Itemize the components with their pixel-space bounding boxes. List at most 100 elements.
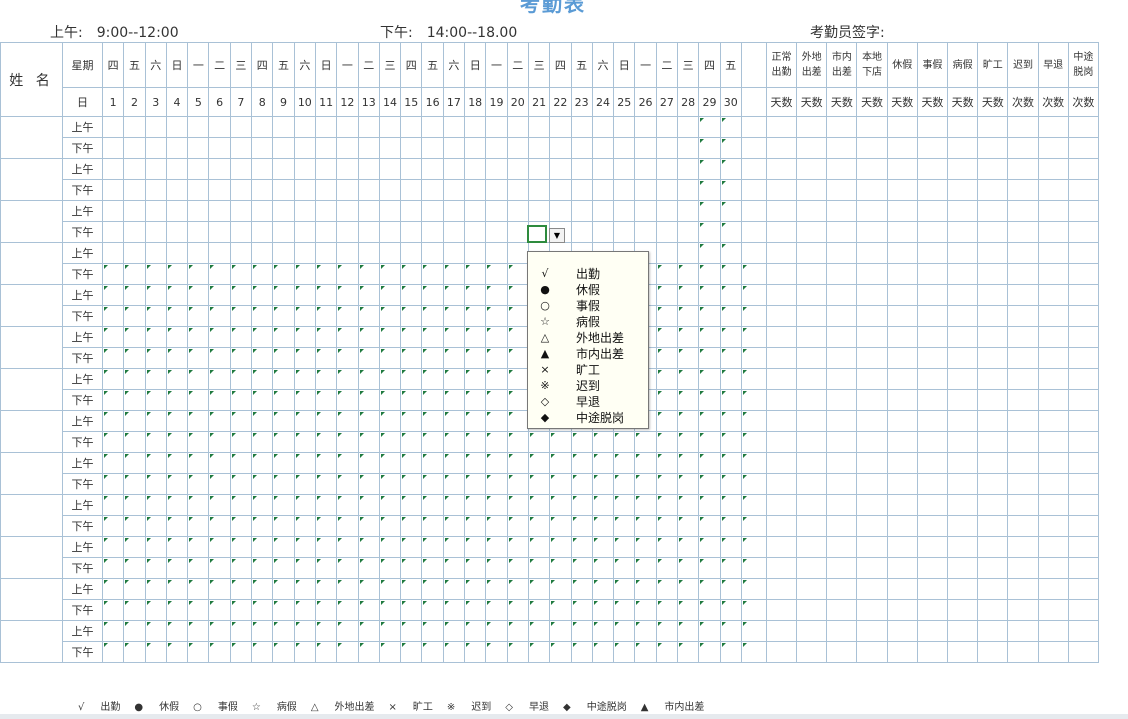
attendance-cell[interactable] xyxy=(187,452,210,474)
attendance-dropdown-list[interactable]: √ 出勤 ● 休假 ○ 事假 ☆ 病假 △ 外地出差 ▲ 市内出差 × 旷工 ※ 迟到 ◇ 早退 ◆ 中途脱岗 xyxy=(527,251,649,429)
stat-cell[interactable] xyxy=(796,641,828,663)
stat-cell[interactable] xyxy=(947,599,979,621)
attendance-cell[interactable] xyxy=(464,179,487,201)
attendance-cell[interactable] xyxy=(208,305,231,327)
attendance-cell[interactable] xyxy=(101,494,125,516)
stat-cell[interactable] xyxy=(1067,389,1099,411)
attendance-cell[interactable] xyxy=(719,557,742,579)
stat-cell[interactable] xyxy=(856,137,888,159)
attendance-cell[interactable] xyxy=(293,116,316,138)
attendance-cell[interactable] xyxy=(165,389,189,411)
attendance-cell[interactable] xyxy=(549,536,572,558)
attendance-cell[interactable] xyxy=(527,179,551,201)
attendance-cell[interactable] xyxy=(485,368,508,390)
attendance-cell[interactable] xyxy=(101,620,125,642)
attendance-cell[interactable] xyxy=(591,200,615,222)
attendance-cell[interactable] xyxy=(293,557,316,579)
attendance-cell[interactable] xyxy=(357,116,380,138)
attendance-cell[interactable] xyxy=(421,179,444,201)
stat-cell[interactable] xyxy=(796,242,828,264)
attendance-cell[interactable] xyxy=(464,557,487,579)
attendance-cell[interactable] xyxy=(485,263,508,285)
attendance-cell[interactable] xyxy=(336,473,359,495)
attendance-cell[interactable] xyxy=(527,137,551,159)
attendance-cell[interactable] xyxy=(378,515,402,537)
attendance-cell[interactable] xyxy=(400,242,423,264)
stat-cell[interactable] xyxy=(856,200,888,222)
dropdown-option[interactable]: △ 外地出差 xyxy=(528,330,648,346)
attendance-cell[interactable] xyxy=(144,368,167,390)
attendance-cell[interactable] xyxy=(272,494,295,516)
stat-cell[interactable] xyxy=(796,473,828,495)
stat-cell[interactable] xyxy=(856,389,888,411)
attendance-cell[interactable] xyxy=(506,536,529,558)
stat-cell[interactable] xyxy=(886,158,918,180)
attendance-cell[interactable] xyxy=(208,137,231,159)
stat-cell[interactable] xyxy=(796,452,828,474)
attendance-cell[interactable] xyxy=(144,221,167,243)
stat-cell[interactable] xyxy=(796,494,828,516)
attendance-cell[interactable] xyxy=(229,263,253,285)
dropdown-arrow-button[interactable]: ▼ xyxy=(549,228,565,243)
attendance-cell[interactable] xyxy=(570,473,593,495)
stat-cell[interactable] xyxy=(1067,410,1099,432)
stat-cell[interactable] xyxy=(977,641,1009,663)
attendance-cell[interactable] xyxy=(251,599,274,621)
attendance-cell[interactable] xyxy=(123,578,146,600)
attendance-cell[interactable] xyxy=(144,620,167,642)
attendance-cell[interactable] xyxy=(187,389,210,411)
stat-cell[interactable] xyxy=(826,515,858,537)
attendance-cell[interactable] xyxy=(442,305,466,327)
stat-cell[interactable] xyxy=(947,200,979,222)
attendance-cell[interactable] xyxy=(378,200,402,222)
stat-cell[interactable] xyxy=(1007,431,1039,453)
attendance-cell[interactable] xyxy=(229,452,253,474)
attendance-cell[interactable] xyxy=(698,116,721,138)
attendance-cell[interactable] xyxy=(634,179,657,201)
stat-cell[interactable] xyxy=(1037,221,1069,243)
employee-name-cell[interactable] xyxy=(0,494,63,537)
attendance-cell[interactable] xyxy=(144,179,167,201)
attendance-cell[interactable] xyxy=(655,620,679,642)
attendance-cell[interactable] xyxy=(187,473,210,495)
attendance-cell[interactable] xyxy=(187,494,210,516)
attendance-cell[interactable] xyxy=(400,116,423,138)
stat-cell[interactable] xyxy=(765,494,798,516)
attendance-cell[interactable] xyxy=(251,515,274,537)
attendance-cell[interactable] xyxy=(357,200,380,222)
attendance-cell[interactable] xyxy=(251,305,274,327)
attendance-cell[interactable] xyxy=(378,116,402,138)
stat-cell[interactable] xyxy=(916,242,949,264)
stat-cell[interactable] xyxy=(826,557,858,579)
attendance-cell[interactable] xyxy=(123,116,146,138)
attendance-cell[interactable] xyxy=(251,410,274,432)
stat-cell[interactable] xyxy=(826,326,858,348)
attendance-cell[interactable] xyxy=(719,599,742,621)
attendance-cell[interactable] xyxy=(293,284,316,306)
attendance-cell[interactable] xyxy=(655,599,679,621)
attendance-cell[interactable] xyxy=(677,305,700,327)
attendance-cell[interactable] xyxy=(485,221,508,243)
attendance-cell[interactable] xyxy=(527,557,551,579)
stat-cell[interactable] xyxy=(765,200,798,222)
stat-cell[interactable] xyxy=(826,263,858,285)
attendance-cell[interactable] xyxy=(336,221,359,243)
stat-cell[interactable] xyxy=(916,515,949,537)
employee-name-cell[interactable] xyxy=(0,368,63,411)
attendance-cell[interactable] xyxy=(378,557,402,579)
attendance-cell[interactable] xyxy=(357,158,380,180)
stat-cell[interactable] xyxy=(765,578,798,600)
stat-cell[interactable] xyxy=(947,452,979,474)
attendance-cell[interactable] xyxy=(229,326,253,348)
attendance-cell[interactable] xyxy=(677,410,700,432)
stat-cell[interactable] xyxy=(1007,179,1039,201)
stat-cell[interactable] xyxy=(977,389,1009,411)
attendance-cell[interactable] xyxy=(314,389,338,411)
attendance-cell[interactable] xyxy=(485,179,508,201)
attendance-cell[interactable] xyxy=(613,557,636,579)
stat-cell[interactable] xyxy=(1067,326,1099,348)
attendance-cell[interactable] xyxy=(570,431,593,453)
attendance-cell[interactable] xyxy=(613,494,636,516)
stat-cell[interactable] xyxy=(886,116,918,138)
attendance-cell[interactable] xyxy=(570,179,593,201)
